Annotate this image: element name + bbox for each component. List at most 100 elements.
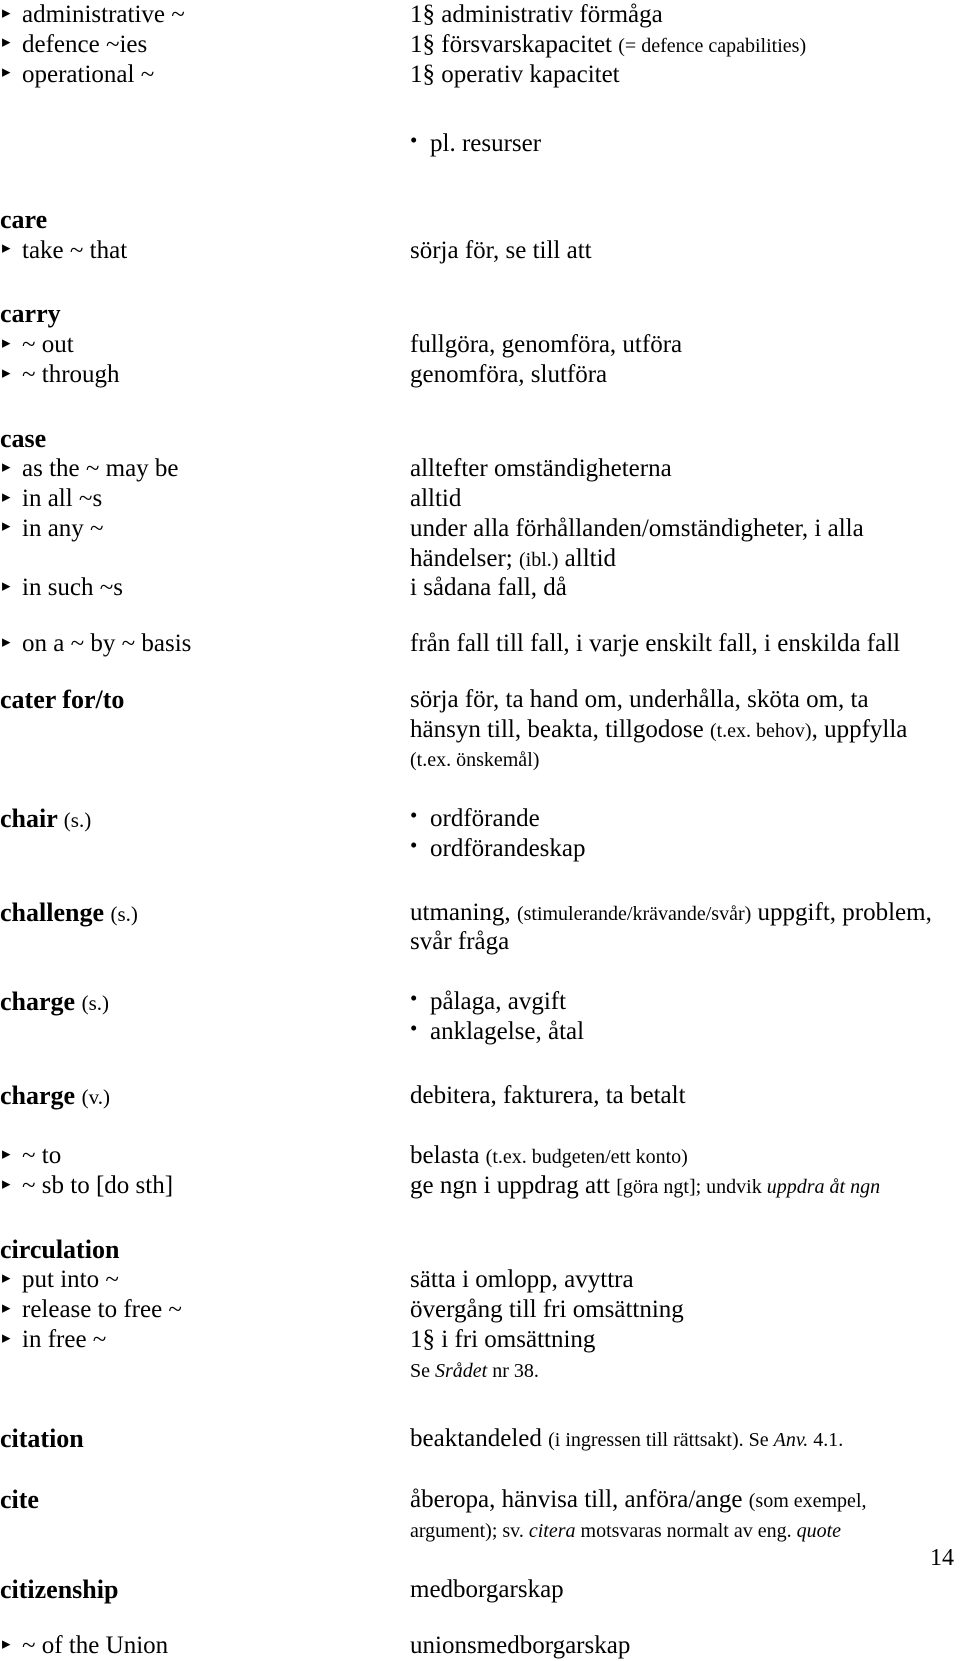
gloss-note-italic-1: citera (528, 1519, 576, 1542)
gloss-column: utmaning, (stimulerande/krävande/svår) u… (410, 898, 960, 958)
gloss-part-a: åberopa, hänvisa till, anföra/ange (410, 1486, 749, 1514)
gloss-column: • pl. resurser (410, 128, 960, 159)
headword-chair: chair (s.) (0, 804, 410, 835)
sub-entry-charge-sb-to-do-sth: ▸ ~ sb to [do sth] (0, 1171, 410, 1201)
sub-entry-label: ~ of the Union (22, 1632, 169, 1660)
gloss-note-italic: Anv. (773, 1429, 809, 1452)
gloss-note: (t.ex. budgeten/ett konto) (485, 1146, 688, 1169)
gloss-note-b: 4.1. (808, 1429, 844, 1452)
sub-entry-label: ~ through (22, 360, 120, 388)
entry-plural-note: • pl. resurser (0, 128, 960, 159)
lemma-column: ▸ put into ~ (0, 1265, 410, 1295)
gloss-column: belasta (t.ex. budgeten/ett konto) (410, 1141, 960, 1171)
sub-entry-label: take ~ that (22, 236, 128, 264)
gloss-part-a: utmaning, (410, 898, 517, 926)
dot-bullet-icon: • (410, 832, 418, 857)
gloss-part-a: händelser; (410, 544, 519, 572)
gloss-text: övergång till fri omsättning (410, 1296, 684, 1324)
gloss-text: belasta (t.ex. budgeten/ett konto) (410, 1141, 956, 1171)
sub-entry-on-a-case-by-case-basis: ▸ on a ~ by ~ basis (0, 629, 410, 659)
entry-care-sub-0: ▸ take ~ that sörja för, se till att (0, 236, 960, 266)
sub-entry-label: in free ~ (22, 1325, 107, 1353)
sub-entry-label: in such ~s (22, 574, 124, 602)
gloss-text-line1: under alla förhållanden/omständigheter, … (410, 514, 864, 542)
gloss-column: alltefter omständigheterna (410, 454, 960, 484)
sub-entry-label: in all ~s (22, 485, 103, 513)
lemma-column: citation (0, 1424, 410, 1455)
dot-bullet-icon: • (410, 803, 418, 828)
headword-charge-verb: charge (v.) (0, 1081, 410, 1112)
entry-citizenship-sub-0: ▸ ~ of the Union unionsmedborgarskap (0, 1631, 960, 1661)
lemma-column: ▸ ~ of the Union (0, 1631, 410, 1661)
lemma-column: case (0, 424, 410, 455)
triangle-bullet-icon: ▸ (2, 1173, 11, 1193)
gloss-text: unionsmedborgarskap (410, 1632, 631, 1660)
gloss-column: 1§ försvarskapacitet (= defence capabili… (410, 30, 960, 60)
gloss-column: alltid (410, 484, 960, 514)
gloss-text-line1: sörja för, ta hand om, underhålla, sköta… (410, 685, 869, 713)
entry-charge-noun: charge (s.) • pålaga, avgift • anklagelse,… (0, 986, 960, 1047)
entry-circulation-sub-0: ▸ put into ~ sätta i omlopp, avyttra (0, 1265, 960, 1295)
part-of-speech: (s.) (110, 901, 138, 926)
lemma-column: ▸ on a ~ by ~ basis (0, 629, 410, 659)
sub-entry-label: ~ out (22, 331, 74, 359)
gloss-column: sörja för, ta hand om, underhålla, sköta… (410, 685, 960, 774)
sub-entry-as-the-case-may-be: ▸ as the ~ may be (0, 454, 410, 484)
gloss-column: åberopa, hänvisa till, anföra/ange (som … (410, 1485, 960, 1545)
gloss-note-italic: uppdra åt ngn (766, 1175, 881, 1198)
gloss-text: i sådana fall, då (410, 574, 567, 602)
gloss-text: 1§ i fri omsättning (410, 1325, 596, 1353)
gloss-text: pålaga, avgift (430, 988, 567, 1016)
gloss-column: 1§ i fri omsättning Se Srådet nr 38. (410, 1325, 960, 1385)
gloss-text: ge ngn i uppdrag att [göra ngt]; undvik … (410, 1171, 956, 1201)
gloss-text: medborgarskap (410, 1575, 564, 1603)
gloss-note: (stimulerande/krävande/svår) (516, 902, 752, 925)
entry-carry-sub-1: ▸ ~ through genomföra, slutföra (0, 360, 960, 390)
sub-entry-in-any-case: ▸ in any ~ (0, 514, 410, 544)
gloss-text: ordförande (430, 805, 540, 833)
lemma-column: ▸ in such ~s (0, 573, 410, 603)
ref-part-a: Se (410, 1359, 435, 1382)
triangle-bullet-icon: ▸ (2, 1143, 11, 1163)
sub-entry-in-all-cases: ▸ in all ~s (0, 484, 410, 514)
gloss-note: (= defence capabilities) (618, 34, 807, 57)
lemma-column: carry (0, 299, 410, 330)
gloss-text-line1: utmaning, (stimulerande/krävande/svår) u… (410, 898, 956, 928)
entry-citation: citation beaktandeled (i ingressen till … (0, 1424, 960, 1455)
lemma-column: ▸ release to free ~ (0, 1295, 410, 1325)
headword-label: chair (0, 804, 58, 834)
entry-carry-headword: carry (0, 299, 960, 330)
headword-challenge: challenge (s.) (0, 898, 410, 929)
gloss-note: (t.ex. behov) (709, 719, 812, 742)
gloss-column: sörja för, se till att (410, 236, 960, 266)
sub-entry-defence: ▸ defence ~ies (0, 30, 410, 60)
headword-circulation: circulation (0, 1234, 120, 1264)
lemma-column: charge (v.) (0, 1081, 410, 1112)
gloss-column: ge ngn i uppdrag att [göra ngt]; undvik … (410, 1171, 960, 1201)
gloss-column: i sådana fall, då (410, 573, 960, 603)
gloss-text-line2: hänsyn till, beakta, tillgodose (t.ex. b… (410, 715, 956, 745)
sub-entry-label: in any ~ (22, 514, 104, 542)
lemma-column: ▸ administrative ~ (0, 0, 410, 30)
lemma-column: charge (s.) (0, 987, 410, 1018)
gloss-part-b: uppgift, problem, (751, 898, 932, 926)
triangle-bullet-icon: ▸ (2, 238, 11, 258)
part-of-speech: (s.) (63, 808, 92, 833)
gloss-column: • pålaga, avgift • anklagelse, åtal (410, 986, 960, 1047)
gloss-part-a: belasta (410, 1142, 486, 1170)
triangle-bullet-icon: ▸ (2, 62, 11, 82)
gloss-text-line2: händelser; (ibl.) alltid (410, 544, 956, 574)
gloss-text-line2: svår fråga (410, 928, 510, 956)
triangle-bullet-icon: ▸ (2, 1633, 11, 1653)
lemma-column: challenge (s.) (0, 898, 410, 929)
entry-circulation-sub-1: ▸ release to free ~ övergång till fri oms… (0, 1295, 960, 1325)
gloss-bullet-item: • pålaga, avgift (410, 986, 956, 1017)
gloss-text-line3: (t.ex. önskemål) (410, 744, 956, 774)
gloss-part-b: alltid (558, 544, 617, 572)
entry-case-headword: case (0, 424, 960, 455)
triangle-bullet-icon: ▸ (2, 486, 11, 506)
sub-entry-label: release to free ~ (22, 1296, 182, 1324)
gloss-text: anklagelse, åtal (430, 1017, 585, 1045)
entry-administrative: ▸ administrative ~ 1§ administrativ förmå… (0, 0, 960, 30)
gloss-text: sätta i omlopp, avyttra (410, 1266, 634, 1294)
